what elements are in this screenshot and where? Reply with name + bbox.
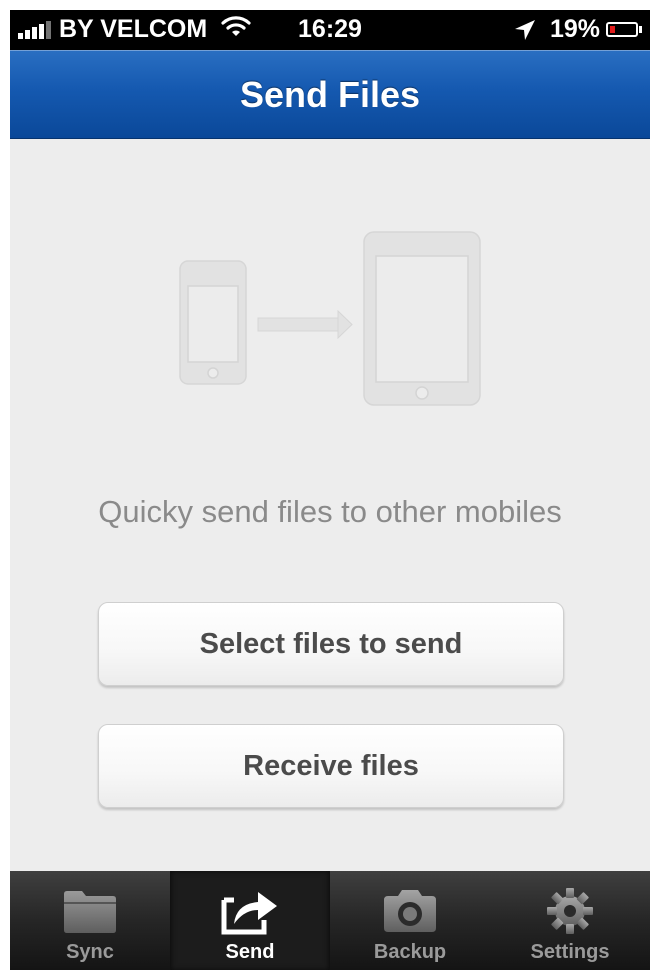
select-files-button[interactable]: Select files to send xyxy=(98,602,564,686)
send-files-content: Quicky send files to other mobiles Selec… xyxy=(10,139,650,871)
tab-sync[interactable]: Sync xyxy=(10,871,170,970)
location-arrow-icon xyxy=(514,19,536,41)
page-title: Send Files xyxy=(239,74,421,115)
tab-sync-label: Sync xyxy=(66,941,114,963)
tab-bar: Sync Send Backup Settings xyxy=(10,871,650,970)
receive-files-button[interactable]: Receive files xyxy=(98,724,564,808)
tab-send[interactable]: Send xyxy=(170,871,330,970)
tagline-text: Quicky send files to other mobiles xyxy=(98,494,562,529)
tab-backup-label: Backup xyxy=(373,941,447,963)
status-bar: BY VELCOM 16:29 19% xyxy=(10,10,650,50)
arrow-right-icon xyxy=(257,309,353,340)
tab-send-label: Send xyxy=(225,941,275,963)
select-files-label: Select files to send xyxy=(199,627,463,660)
camera-icon xyxy=(380,885,440,937)
tab-settings[interactable]: Settings xyxy=(490,871,650,970)
tab-settings-label: Settings xyxy=(530,941,610,963)
navigation-bar: Send Files xyxy=(10,50,650,139)
gear-icon xyxy=(540,885,600,937)
send-share-icon xyxy=(220,885,280,937)
tab-backup[interactable]: Backup xyxy=(330,871,490,970)
folder-icon xyxy=(60,885,120,937)
battery-icon xyxy=(606,22,642,37)
receive-files-label: Receive files xyxy=(243,749,419,782)
phone-icon xyxy=(179,260,247,385)
phone-to-tablet-illustration xyxy=(179,231,481,406)
tablet-icon xyxy=(363,231,481,406)
battery-percent: 19% xyxy=(549,15,600,43)
phone-screen: BY VELCOM 16:29 19% Send Files Quicky se… xyxy=(10,10,650,970)
status-right: 19% xyxy=(514,15,642,44)
